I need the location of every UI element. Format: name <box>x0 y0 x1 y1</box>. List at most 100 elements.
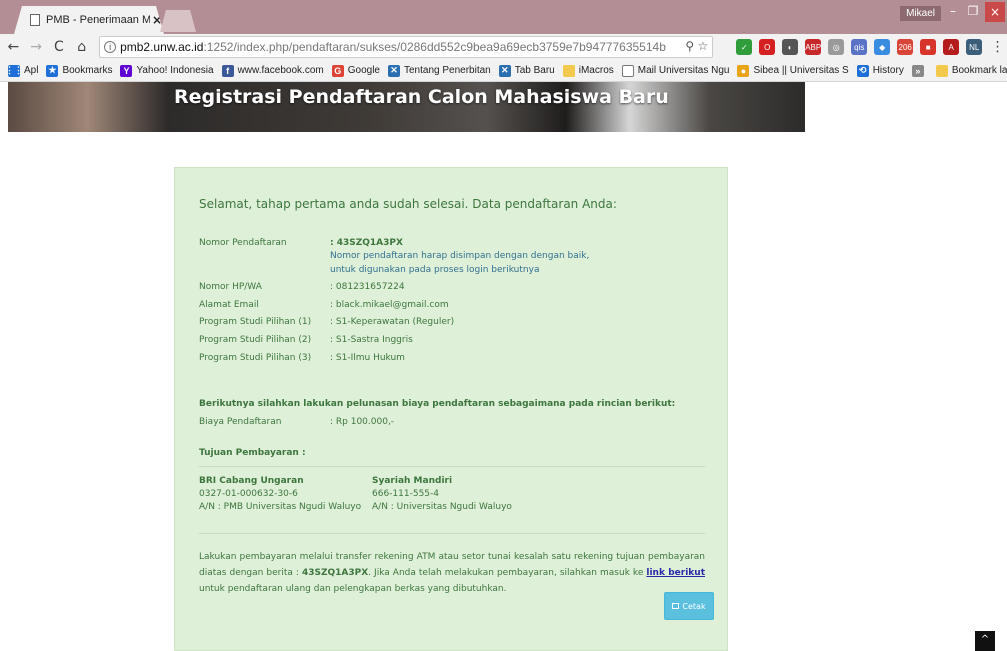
opera-ext-icon[interactable]: O <box>759 39 776 55</box>
field-program-2: Program Studi Pilihan (2): S1-Sastra Ing… <box>199 335 413 345</box>
field-registration-number: Nomor Pendaftaran : 43SZQ1A3PX <box>199 238 403 248</box>
bookmark-history-icon: ⟲ <box>856 64 869 77</box>
browser-toolbar: ← → C ⌂ i pmb2.unw.ac.id :1252/index.php… <box>0 34 1007 60</box>
new-tab-button[interactable] <box>160 10 196 32</box>
bookmark-more[interactable]: » <box>911 64 928 77</box>
nl-ext-icon[interactable]: NL <box>966 39 983 55</box>
bank-bri: BRI Cabang Ungaran 0327-01-000632-30-6 A… <box>199 475 361 514</box>
bookmark-label: Tentang Penerbitan <box>403 65 491 76</box>
field-label: Program Studi Pilihan (1) <box>199 317 312 327</box>
forward-icon[interactable]: → <box>27 39 46 55</box>
menu-icon[interactable]: ⋮ <box>988 39 1007 55</box>
field-email: Alamat Email: black.mikael@gmail.com <box>199 300 449 310</box>
scroll-top-button[interactable]: ^ <box>975 631 995 651</box>
bookmark-sibea-icon: ● <box>737 64 750 77</box>
field-program-3: Program Studi Pilihan (3) : S1-Ilmu Hukum <box>199 353 405 363</box>
field-value: : Rp 100.000,- <box>330 417 395 427</box>
bookmark-imacros[interactable]: iMacros <box>562 64 614 77</box>
bookmark-label: History <box>872 65 904 76</box>
field-phone: Nomor HP/WA : 081231657224 <box>199 282 405 292</box>
field-value: : S1-Ilmu Hukum <box>330 353 405 363</box>
gmail-ext-icon[interactable]: 206 <box>897 39 914 55</box>
field-value: : S1-Keperawatan (Reguler) <box>330 317 455 327</box>
bookmark-google-icon: G <box>331 64 344 77</box>
destination-heading: Tujuan Pembayaran : <box>199 448 306 458</box>
tab-strip: PMB - Penerimaan Maha × Mikael – ❐ × <box>0 0 1007 34</box>
tab-title: PMB - Penerimaan Maha <box>46 14 150 26</box>
bank-holder: A/N : PMB Universitas Ngudi Waluyo <box>199 502 362 512</box>
registration-note-line2: untuk digunakan pada proses login beriku… <box>330 265 540 275</box>
bookmark-facebook-icon: f <box>221 64 234 77</box>
info-icon[interactable]: i <box>104 41 117 53</box>
circle-ext-icon[interactable]: ◎ <box>828 39 845 55</box>
bookmark-yahoo[interactable]: Y Yahoo! Indonesia <box>120 64 214 77</box>
browser-tab[interactable]: PMB - Penerimaan Maha × <box>14 6 164 34</box>
re-registration-link[interactable]: link berikut <box>646 568 705 578</box>
success-panel: Selamat, tahap pertama anda sudah selesa… <box>174 167 728 651</box>
field-program-1: Program Studi Pilihan (1) : S1-Keperawata… <box>199 317 454 327</box>
profile-button[interactable]: Mikael <box>900 6 941 21</box>
maximize-icon[interactable]: ❐ <box>963 4 983 18</box>
field-label: Program Studi Pilihan (3) <box>199 353 312 363</box>
bank-mandiri: Syariah Mandiri 666-111-555-4 A/N : Univ… <box>372 475 512 514</box>
bookmark-label: www.facebook.com <box>237 65 324 76</box>
minimize-icon[interactable]: – <box>943 4 963 18</box>
bank-account: 666-111-555-4 <box>372 489 440 499</box>
bookmark-bookmarks-icon: ★ <box>46 64 59 77</box>
bookmark-label: Sibea || Universitas S <box>753 65 849 76</box>
field-fee: Biaya Pendaftaran: Rp 100.000,- <box>199 417 394 427</box>
instruction-code: 43SZQ1A3PX <box>301 568 369 578</box>
adblock-ext-icon[interactable]: ABP <box>805 39 821 55</box>
diamond-ext-icon[interactable]: ◆ <box>874 39 891 55</box>
url-path: :1252/index.php/pendaftaran/sukses/0286d… <box>203 40 666 54</box>
bookmark-other[interactable]: Bookmark lain <box>935 64 1007 77</box>
bookmark-label: Tab Baru <box>514 65 555 76</box>
bookmark-tabbaru[interactable]: ✕ Tab Baru <box>498 64 555 77</box>
bookmark-mail[interactable]: Mail Universitas Ngu <box>621 64 729 77</box>
bookmark-label: Apl <box>24 65 39 76</box>
bookmark-apps[interactable]: ⋮⋮ Apl <box>5 64 39 77</box>
bank-holder: A/N : Universitas Ngudi Waluyo <box>372 502 512 512</box>
back-icon[interactable]: ← <box>4 39 23 55</box>
bookmark-google[interactable]: G Google <box>331 64 380 77</box>
check-ext-icon[interactable]: ✓ <box>736 39 753 55</box>
field-label: Program Studi Pilihan (2) <box>199 335 312 345</box>
print-button[interactable]: Cetak <box>664 592 714 620</box>
bookmark-bookmarks[interactable]: ★ Bookmarks <box>46 64 112 77</box>
instruction-paragraph: Lakukan pembayaran melalui transfer reke… <box>199 549 705 597</box>
bookmark-star-icon[interactable]: ☆ <box>697 39 708 53</box>
qis-ext-icon[interactable]: qis <box>851 39 868 55</box>
instruction-text: untuk pendaftaran ulang dan pelengkapan … <box>199 584 507 594</box>
field-label: Nomor Pendaftaran <box>199 238 287 248</box>
tab-close-icon[interactable]: × <box>152 13 162 27</box>
close-window-icon[interactable]: × <box>985 2 1005 22</box>
bookmark-apps-icon: ⋮⋮ <box>5 64 23 77</box>
bookmark-imacros-icon <box>562 64 575 77</box>
omnibox-actions: ⚲ ☆ <box>685 39 708 53</box>
bookmark-other-icon <box>935 64 948 77</box>
field-value: : 081231657224 <box>330 282 405 292</box>
bookmark-mail-icon <box>621 64 634 77</box>
bookmark-facebook[interactable]: f www.facebook.com <box>221 64 324 77</box>
print-label: Cetak <box>682 601 706 611</box>
bookmark-label: Bookmark lain <box>951 65 1007 76</box>
bank-account: 0327-01-000632-30-6 <box>199 489 298 499</box>
home-icon[interactable]: ⌂ <box>72 39 91 55</box>
reload-icon[interactable]: C <box>50 39 69 55</box>
field-label: Nomor HP/WA <box>199 282 262 292</box>
field-value: : black.mikael@gmail.com <box>330 300 449 310</box>
page-title: Registrasi Pendaftaran Calon Mahasiswa B… <box>174 86 669 108</box>
moon-ext-icon[interactable]: ◐ <box>782 39 799 55</box>
red-ext-icon[interactable]: ■ <box>920 39 937 55</box>
bookmark-yahoo-icon: Y <box>120 64 133 77</box>
extensions-row: ✓ O ◐ ABP ◎ qis ◆ 206 ■ A NL <box>729 39 983 55</box>
bookmark-history[interactable]: ⟲ History <box>856 64 904 77</box>
bookmark-sibea[interactable]: ● Sibea || Universitas S <box>737 64 849 77</box>
zoom-icon[interactable]: ⚲ <box>685 39 694 53</box>
address-bar[interactable]: i pmb2.unw.ac.id :1252/index.php/pendaft… <box>99 36 714 58</box>
pdf-ext-icon[interactable]: A <box>943 39 960 55</box>
bookmark-tentang[interactable]: ✕ Tentang Penerbitan <box>387 64 491 77</box>
bookmarks-bar: ⋮⋮ Apl ★ Bookmarks Y Yahoo! Indonesia f www.fac… <box>0 60 1007 82</box>
bookmark-label: Google <box>347 65 380 76</box>
field-value: : 43SZQ1A3PX <box>330 238 403 248</box>
